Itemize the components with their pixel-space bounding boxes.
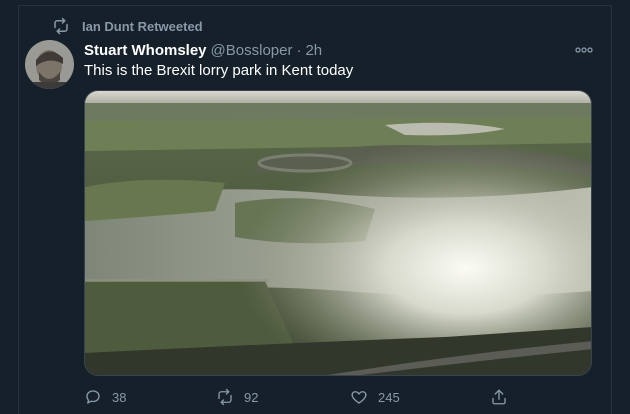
separator-dot: · [296,41,302,59]
reply-button[interactable]: 38 [84,386,126,408]
retweet-icon [54,17,68,35]
retweet-icon [218,388,232,406]
more-options-button[interactable] [574,42,594,58]
share-button[interactable] [490,386,518,408]
avatar-image [25,40,74,89]
top-divider [18,5,612,6]
like-button[interactable]: 245 [350,386,400,408]
tweet-photo[interactable] [84,90,592,376]
like-count: 245 [378,389,400,405]
tweet-text: This is the Brexit lorry park in Kent to… [84,62,354,79]
tweet-header: Stuart Whomsley @Bossloper · 2h [84,40,322,60]
heart-icon [351,391,367,404]
author-handle[interactable]: @Bossloper [211,42,293,59]
flooded-landscape-image [85,91,591,375]
timeline-border-left [18,5,19,414]
retweet-button[interactable]: 92 [216,386,258,408]
retweet-count: 92 [244,389,259,405]
retweet-banner[interactable]: Ian Dunt Retweeted [52,16,203,36]
more-options-icon [575,47,593,53]
reply-count: 38 [112,389,127,405]
reply-icon [86,390,100,404]
tweet-actions: 38 92 245 [84,386,524,408]
timeline-border-right [611,5,612,414]
author-display-name[interactable]: Stuart Whomsley [84,42,207,59]
author-avatar[interactable] [25,40,74,89]
share-icon [492,389,506,405]
retweet-banner-label: Ian Dunt Retweeted [82,18,203,34]
tweet-timestamp[interactable]: 2h [305,42,322,59]
